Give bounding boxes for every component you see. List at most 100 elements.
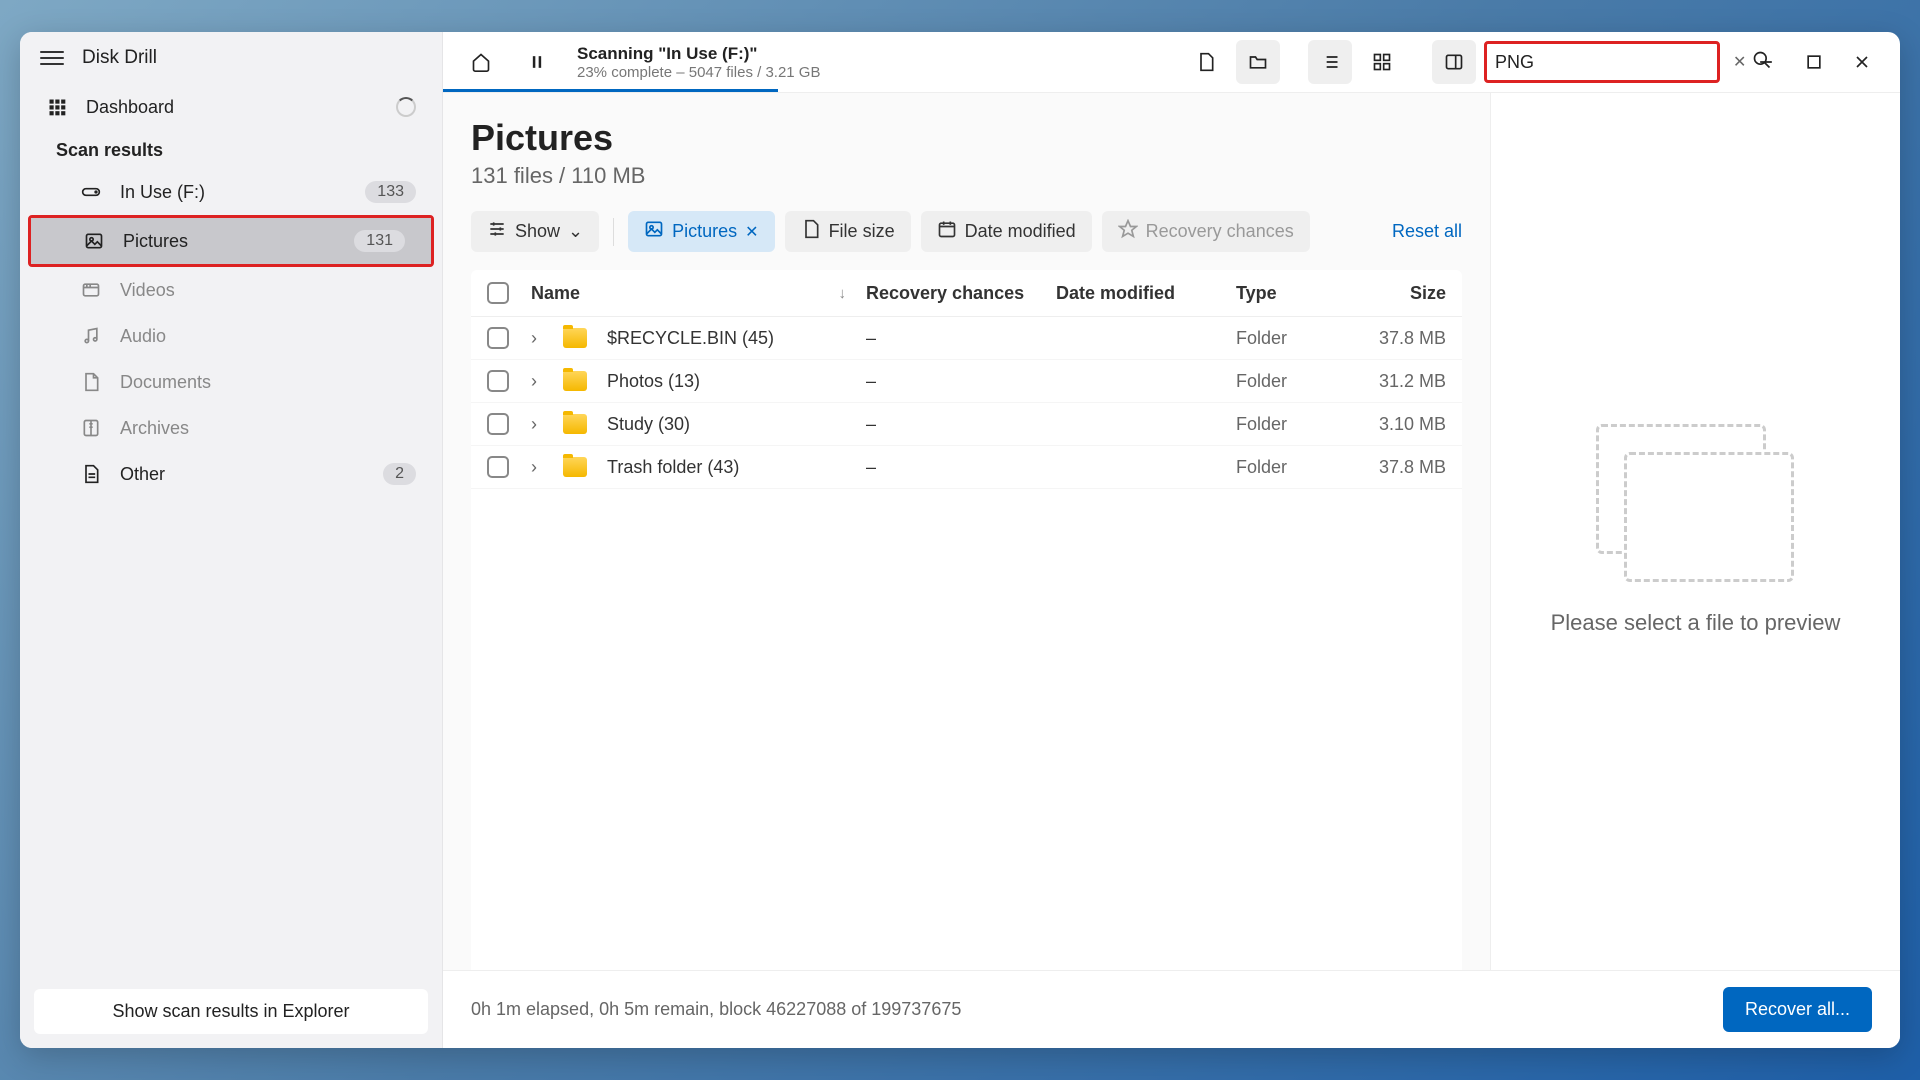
row-checkbox[interactable] [487,456,509,478]
sidebar-item-archives[interactable]: Archives [20,405,442,451]
row-recovery: – [866,371,1056,392]
maximize-button[interactable] [1792,40,1836,84]
sidebar-footer: Show scan results in Explorer [20,975,442,1048]
show-in-explorer-button[interactable]: Show scan results in Explorer [34,989,428,1034]
minimize-button[interactable] [1744,40,1788,84]
table-row[interactable]: › $RECYCLE.BIN (45) – Folder 37.8 MB [471,317,1462,360]
scan-info: Scanning "In Use (F:)" 23% complete – 50… [577,44,820,81]
show-filter[interactable]: Show ⌄ [471,211,599,252]
sidebar-item-label: Pictures [123,231,188,252]
row-checkbox[interactable] [487,327,509,349]
close-button[interactable] [1840,40,1884,84]
search-input[interactable] [1495,52,1727,73]
sort-down-icon: ↓ [839,285,847,302]
row-type: Folder [1236,457,1346,478]
hamburger-icon[interactable] [40,46,64,70]
app-title: Disk Drill [82,47,157,69]
progress-bar [443,89,778,92]
dashboard-label: Dashboard [86,97,174,118]
select-all-checkbox[interactable] [487,282,509,304]
window-controls [1744,40,1884,84]
topbar-right: ✕ [1184,40,1884,84]
column-recovery[interactable]: Recovery chances [866,283,1056,304]
column-date[interactable]: Date modified [1056,283,1236,304]
chevron-right-icon[interactable]: › [531,328,549,349]
row-size: 31.2 MB [1346,371,1446,392]
pictures-filter[interactable]: Pictures ✕ [628,211,774,252]
document-icon [80,371,102,393]
chevron-right-icon[interactable]: › [531,371,549,392]
sidebar-item-dashboard[interactable]: Dashboard [20,84,442,130]
recover-all-button[interactable]: Recover all... [1723,987,1872,1032]
row-type: Folder [1236,414,1346,435]
sidebar-item-label: Documents [120,372,211,393]
folder-icon [563,328,587,348]
row-size: 3.10 MB [1346,414,1446,435]
column-name[interactable]: Name↓ [531,283,866,304]
scan-subtitle: 23% complete – 5047 files / 3.21 GB [577,64,820,81]
divider [613,218,614,246]
table-row[interactable]: › Study (30) – Folder 3.10 MB [471,403,1462,446]
search-box[interactable]: ✕ [1484,41,1720,83]
file-icon [80,463,102,485]
row-size: 37.8 MB [1346,328,1446,349]
preview-toggle-button[interactable] [1432,40,1476,84]
page-subtitle: 131 files / 110 MB [471,163,1462,189]
sidebar-item-pictures[interactable]: Pictures 131 [31,218,431,264]
folder-icon [563,414,587,434]
filesize-filter[interactable]: File size [785,211,911,252]
grid-view-button[interactable] [1360,40,1404,84]
row-recovery: – [866,328,1056,349]
row-name: Study (30) [607,414,690,435]
pause-button[interactable] [515,40,559,84]
sidebar-item-documents[interactable]: Documents [20,359,442,405]
sidebar-item-drive[interactable]: In Use (F:) 133 [20,169,442,215]
chevron-right-icon[interactable]: › [531,457,549,478]
date-filter[interactable]: Date modified [921,211,1092,252]
count-badge: 133 [365,181,416,203]
sidebar-item-label: Archives [120,418,189,439]
sidebar-item-videos[interactable]: Videos [20,267,442,313]
sidebar-item-audio[interactable]: Audio [20,313,442,359]
table-row[interactable]: › Photos (13) – Folder 31.2 MB [471,360,1462,403]
spinner-icon [396,97,416,117]
file-view-button[interactable] [1184,40,1228,84]
row-recovery: – [866,414,1056,435]
row-checkbox[interactable] [487,413,509,435]
list-view-button[interactable] [1308,40,1352,84]
column-size[interactable]: Size [1346,283,1446,304]
chevron-right-icon[interactable]: › [531,414,549,435]
folder-icon [563,371,587,391]
folder-view-button[interactable] [1236,40,1280,84]
filters-row: Show ⌄ Pictures ✕ File size [471,211,1462,252]
archive-icon [80,417,102,439]
music-icon [80,325,102,347]
close-icon[interactable]: ✕ [745,222,758,242]
reset-all-link[interactable]: Reset all [1392,221,1462,242]
preview-pane: Please select a file to preview [1490,93,1900,970]
count-badge: 2 [383,463,416,485]
home-button[interactable] [459,40,503,84]
content: Pictures 131 files / 110 MB Show ⌄ Pictu… [443,93,1900,970]
sidebar: Disk Drill Dashboard Scan results In Use… [20,32,443,1048]
sidebar-item-label: Other [120,464,165,485]
row-name: Photos (13) [607,371,700,392]
sliders-icon [487,219,507,244]
drive-icon [80,181,102,203]
sidebar-item-label: In Use (F:) [120,182,205,203]
table-row[interactable]: › Trash folder (43) – Folder 37.8 MB [471,446,1462,489]
row-type: Folder [1236,328,1346,349]
sidebar-item-label: Videos [120,280,175,301]
recovery-filter[interactable]: Recovery chances [1102,211,1310,252]
row-checkbox[interactable] [487,370,509,392]
row-recovery: – [866,457,1056,478]
star-icon [1118,219,1138,244]
file-area: Pictures 131 files / 110 MB Show ⌄ Pictu… [443,93,1490,970]
video-icon [80,279,102,301]
section-header: Scan results [20,130,442,169]
chevron-down-icon: ⌄ [568,221,583,242]
preview-text: Please select a file to preview [1551,608,1841,639]
sidebar-item-other[interactable]: Other 2 [20,451,442,497]
image-icon [83,230,105,252]
column-type[interactable]: Type [1236,283,1346,304]
